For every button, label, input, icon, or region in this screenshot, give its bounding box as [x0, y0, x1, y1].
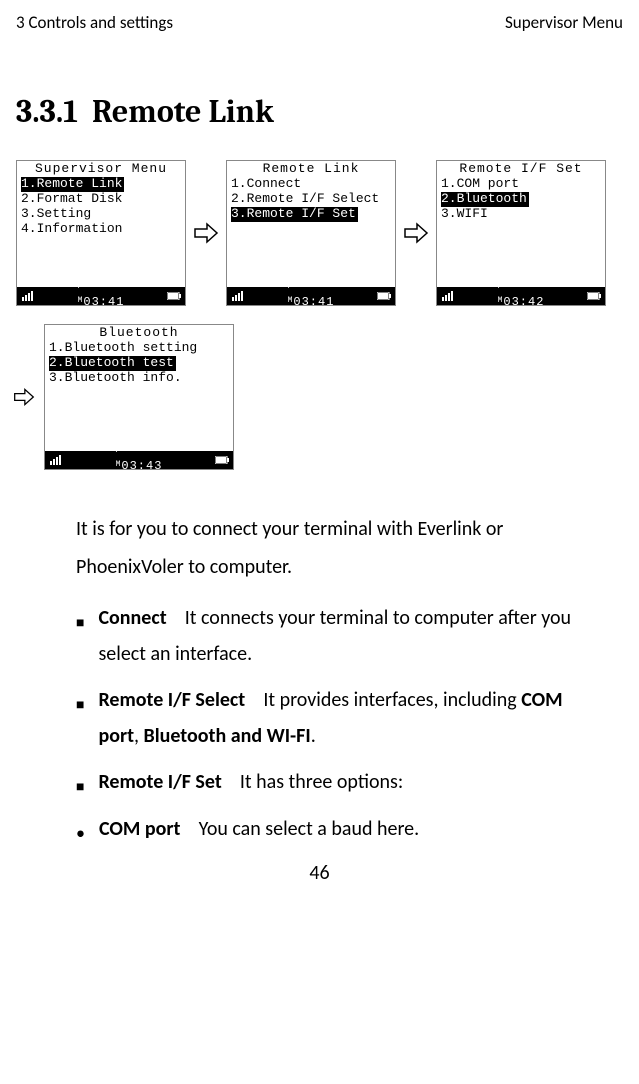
time-value: 03:42 — [503, 295, 544, 309]
bullet-marker: ■ — [76, 692, 84, 754]
menu-item: 3.Bluetooth info. — [49, 370, 182, 385]
section-number: 3.3.1 — [16, 93, 78, 130]
screen-title: Supervisor Menu — [17, 161, 185, 177]
battery-icon — [377, 292, 391, 300]
bullet-label: COM port — [99, 817, 181, 841]
signal-icon — [21, 290, 35, 302]
status-time: PM03:43 — [116, 446, 163, 474]
screenshots-row-2: Bluetooth 1.Bluetooth setting 2.Bluetoot… — [12, 324, 623, 470]
header-left: 3 Controls and settings — [16, 12, 173, 33]
section-title-text: Remote Link — [92, 93, 274, 130]
menu-item: 2.Remote I/F Select — [231, 191, 379, 206]
arrow-right-icon — [402, 220, 430, 246]
menu-item: 3.Remote I/F Set — [231, 207, 358, 222]
time-value: 03:41 — [83, 295, 124, 309]
status-bar: PM03:41 — [227, 287, 395, 305]
status-time: PM03:42 — [498, 282, 545, 310]
page-header: 3 Controls and settings Supervisor Menu — [16, 12, 623, 33]
bullet-marker: • — [76, 816, 85, 850]
header-right: Supervisor Menu — [505, 12, 623, 33]
screenshots-row-1: Supervisor Menu 1.Remote Link 2.Format D… — [16, 160, 623, 306]
menu-item: 4.Information — [21, 221, 122, 236]
intro-paragraph: It is for you to connect your terminal w… — [76, 510, 603, 586]
status-time: PM03:41 — [288, 282, 335, 310]
status-time: PM03:41 — [78, 282, 125, 310]
menu-item: 1.Remote Link — [21, 177, 124, 192]
screen-body: 1.Remote Link 2.Format Disk 3.Setting 4.… — [17, 177, 185, 287]
bullet-text: You can select a baud here. — [199, 817, 420, 841]
menu-item: 2.Bluetooth — [441, 192, 529, 207]
bullet-content: Remote I/F Select It provides interfaces… — [98, 682, 603, 754]
screen-remote-link: Remote Link 1.Connect 2.Remote I/F Selec… — [226, 160, 396, 306]
screen-remote-if-set: Remote I/F Set 1.COM port 2.Bluetooth 3.… — [436, 160, 606, 306]
bullet-marker: ■ — [76, 610, 84, 672]
screen-supervisor-menu: Supervisor Menu 1.Remote Link 2.Format D… — [16, 160, 186, 306]
status-bar: PM03:42 — [437, 287, 605, 305]
bullet-list: ■ Connect It connects your terminal to c… — [76, 600, 603, 801]
bullet-item: ■ Connect It connects your terminal to c… — [76, 600, 603, 672]
signal-icon — [441, 290, 455, 302]
sub-bullet-list: • COM port You can select a baud here. — [76, 810, 603, 850]
bullet-text: It connects your terminal to computer af… — [98, 606, 571, 666]
menu-item: 3.WIFI — [441, 206, 488, 221]
screen-body: 1.COM port 2.Bluetooth 3.WIFI — [437, 177, 605, 287]
bullet-item: ■ Remote I/F Set It has three options: — [76, 764, 603, 801]
battery-icon — [167, 292, 181, 300]
bullet-label: Connect — [98, 606, 166, 630]
page-number: 46 — [16, 861, 623, 885]
bullet-content: Remote I/F Set It has three options: — [98, 764, 603, 801]
screen-title: Remote Link — [227, 161, 395, 177]
bullet-content: Connect It connects your terminal to com… — [98, 600, 603, 672]
bullet-marker: ■ — [76, 774, 84, 801]
battery-icon — [587, 292, 601, 300]
time-value: 03:43 — [121, 459, 162, 473]
menu-item: 3.Setting — [21, 206, 91, 221]
signal-icon — [231, 290, 245, 302]
status-bar: PM03:41 — [17, 287, 185, 305]
screen-title: Bluetooth — [45, 325, 233, 341]
bullet-text: It has three options: — [240, 770, 403, 794]
menu-item: 1.Connect — [231, 176, 301, 191]
sub-bullet-item: • COM port You can select a baud here. — [76, 810, 603, 850]
menu-item: 2.Bluetooth test — [49, 356, 176, 371]
bold-text: Bluetooth and WI-FI — [144, 724, 311, 748]
section-heading: 3.3.1 Remote Link — [16, 93, 623, 130]
bullet-text: It provides interfaces, including — [263, 688, 521, 712]
menu-item: 1.Bluetooth setting — [49, 340, 197, 355]
screen-bluetooth: Bluetooth 1.Bluetooth setting 2.Bluetoot… — [44, 324, 234, 470]
status-bar: PM03:43 — [45, 451, 233, 469]
body-text: It is for you to connect your terminal w… — [76, 510, 603, 851]
signal-icon — [49, 454, 63, 466]
battery-icon — [215, 456, 229, 464]
text: . — [311, 724, 316, 748]
time-value: 03:41 — [293, 295, 334, 309]
screen-body: 1.Bluetooth setting 2.Bluetooth test 3.B… — [45, 341, 233, 451]
page: 3 Controls and settings Supervisor Menu … — [0, 0, 639, 897]
bullet-label: Remote I/F Set — [98, 770, 221, 794]
menu-item: 1.COM port — [441, 176, 519, 191]
screen-body: 1.Connect 2.Remote I/F Select 3.Remote I… — [227, 177, 395, 287]
arrow-right-icon — [12, 386, 36, 408]
bullet-label: Remote I/F Select — [98, 688, 245, 712]
bullet-item: ■ Remote I/F Select It provides interfac… — [76, 682, 603, 754]
screen-title: Remote I/F Set — [437, 161, 605, 177]
menu-item: 2.Format Disk — [21, 191, 122, 206]
bullet-content: COM port You can select a baud here. — [99, 810, 419, 850]
text: , — [134, 724, 144, 748]
arrow-right-icon — [192, 220, 220, 246]
